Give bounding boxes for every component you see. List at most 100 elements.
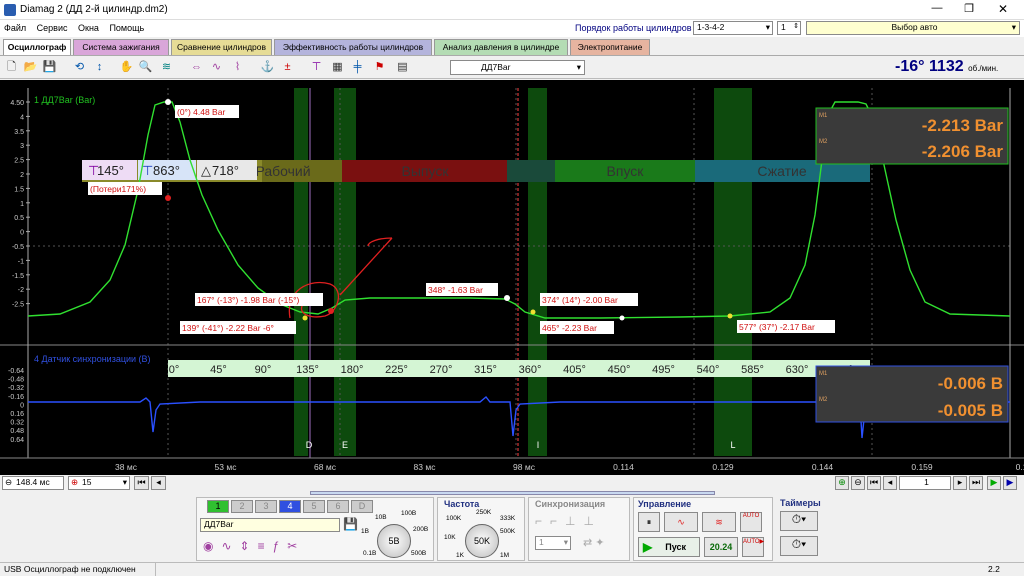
noise-mode-button[interactable]: ≋ bbox=[702, 512, 736, 532]
marker-m1-value: 145° bbox=[97, 163, 124, 178]
grid-icon[interactable]: ▦ bbox=[330, 60, 345, 75]
tab-efficiency[interactable]: Эффективность работы цилиндров bbox=[274, 39, 432, 55]
zoom-out-button[interactable]: ⊖ bbox=[851, 476, 865, 490]
sync-channel-select[interactable]: 1 ▾ bbox=[535, 536, 571, 550]
channel-6-button[interactable]: 6 bbox=[327, 500, 349, 513]
timer-2-button[interactable]: ⏱▾ bbox=[780, 536, 818, 556]
chart1-title: 1 ДД7Bar (Bar) bbox=[34, 95, 95, 105]
run-button[interactable]: ▶ Пуск bbox=[638, 537, 700, 557]
auto-button[interactable]: AUTO bbox=[740, 512, 762, 532]
minimize-button[interactable]: — bbox=[922, 2, 952, 18]
tools-icons[interactable]: ◉∿⇕≡ƒ✂ bbox=[203, 539, 305, 553]
channel-name-field[interactable]: ДД7Bar bbox=[200, 518, 340, 532]
zoom-in-button[interactable]: ⊕ bbox=[835, 476, 849, 490]
timebase-select[interactable]: ⊖ 148.4 мс bbox=[2, 476, 64, 490]
phase-label: Сжатие bbox=[757, 163, 806, 179]
data-point[interactable] bbox=[727, 313, 733, 319]
oscilloscope-canvas[interactable]: 4.50 4 3.5 3 2.5 2 1.5 1 0.5 0 -0.5 -1 -1.5 -2 -2.5 -0… bbox=[0, 80, 1024, 475]
sine-mode-button[interactable]: ∿ bbox=[664, 512, 698, 532]
marker-icon[interactable]: ⊤ bbox=[309, 60, 324, 75]
cyl-order-select[interactable]: 1-3-4-2 ▾ bbox=[693, 21, 773, 35]
scroll-handle[interactable] bbox=[310, 491, 715, 495]
frequency-knob[interactable]: 50K bbox=[465, 524, 499, 558]
freq-label: 10K bbox=[444, 534, 456, 541]
new-file-icon[interactable]: 🗋 bbox=[4, 60, 19, 75]
menu-service[interactable]: Сервис bbox=[33, 20, 72, 33]
play-button[interactable]: ▶ bbox=[987, 476, 1001, 490]
pan-hand-icon[interactable]: ✋ bbox=[119, 60, 134, 75]
y-tick-label: 3.5 bbox=[14, 129, 24, 136]
oscilloscope-area[interactable]: 4.50 4 3.5 3 2.5 2 1.5 1 0.5 0 -0.5 -1 -1.5 -2 -2.5 -0… bbox=[0, 80, 1024, 475]
annotation-label: 139° (-41°) -2.22 Bar -6° bbox=[182, 323, 274, 333]
freq-label: 500K bbox=[500, 528, 516, 535]
data-point[interactable] bbox=[302, 315, 308, 321]
save-config-icon[interactable]: 💾 bbox=[343, 517, 358, 531]
range-label: 0.1В bbox=[363, 550, 377, 557]
count-select[interactable]: ⊕ 15 ▾ bbox=[68, 476, 130, 490]
nav-first-button[interactable]: ⏮ bbox=[867, 476, 881, 490]
tab-pressure-analysis[interactable]: Анализ давления в цилиндре bbox=[434, 39, 568, 55]
nav-prev-button[interactable]: ◂ bbox=[883, 476, 897, 490]
waveform-icon[interactable]: ≋ bbox=[159, 60, 174, 75]
cursor-measure-icon[interactable]: ⟲ bbox=[72, 60, 87, 75]
run-label: Пуск bbox=[665, 542, 686, 552]
angle-value: -16° bbox=[895, 58, 925, 75]
maximize-button[interactable]: ❐ bbox=[954, 2, 984, 18]
y-tick-label: 0.16 bbox=[10, 411, 24, 418]
split-icon[interactable]: ╪ bbox=[350, 60, 365, 75]
tab-label: Система зажигания bbox=[82, 42, 160, 52]
cyl-number-spinner[interactable]: 1 ⇕ bbox=[777, 21, 801, 35]
play-fast-button[interactable]: ▶ bbox=[1003, 476, 1017, 490]
channel-1-button[interactable]: 1 bbox=[207, 500, 229, 513]
anchor-icon[interactable]: ⚓ bbox=[260, 60, 275, 75]
data-point[interactable] bbox=[619, 315, 625, 321]
data-point[interactable] bbox=[165, 195, 171, 201]
data-point[interactable] bbox=[328, 308, 334, 314]
version-button[interactable]: 20.24 bbox=[704, 537, 738, 557]
channel-label: D bbox=[358, 501, 366, 511]
compress-icon[interactable]: ⇔ bbox=[189, 60, 204, 75]
auto-play-button[interactable]: AUTO▶ bbox=[742, 537, 764, 557]
menu-help[interactable]: Помощь bbox=[105, 20, 148, 33]
nav-next-button[interactable]: ▸ bbox=[953, 476, 967, 490]
menu-file[interactable]: Файл bbox=[0, 20, 30, 33]
overlay-icon[interactable]: ∿ bbox=[209, 60, 224, 75]
close-button[interactable]: ✕ bbox=[988, 2, 1018, 18]
menu-windows[interactable]: Окна bbox=[74, 20, 103, 33]
annotation-label: 374° (14°) -2.00 Bar bbox=[542, 295, 618, 305]
channel-select[interactable]: ДД7Bar ▾ bbox=[450, 60, 585, 75]
tab-power[interactable]: Электропитание bbox=[570, 39, 650, 55]
flag-icon[interactable]: ⚑ bbox=[372, 60, 387, 75]
timer-1-button[interactable]: ⏱▾ bbox=[780, 511, 818, 531]
filter-icon[interactable]: ⌇ bbox=[230, 60, 245, 75]
prev-page-button[interactable]: ◂ bbox=[151, 476, 166, 490]
tab-ignition[interactable]: Система зажигания bbox=[73, 39, 169, 55]
zoom-icon[interactable]: 🔍 bbox=[138, 60, 153, 75]
tab-cylinder-compare[interactable]: Сравнение цилиндров bbox=[171, 39, 272, 55]
pause-button[interactable]: ⏸ bbox=[638, 512, 660, 532]
channel-d-button[interactable]: D bbox=[351, 500, 373, 513]
data-point[interactable] bbox=[504, 295, 510, 301]
channel-3-button[interactable]: 3 bbox=[255, 500, 277, 513]
channel-label: 4 bbox=[287, 501, 293, 511]
phase-band-overlap bbox=[507, 160, 555, 182]
save-icon[interactable]: 💾 bbox=[42, 60, 57, 75]
auto-select[interactable]: Выбор авто ▾ bbox=[806, 21, 1020, 35]
channel-4-button[interactable]: 4 bbox=[279, 500, 301, 513]
open-folder-icon[interactable]: 📂 bbox=[23, 60, 38, 75]
first-page-button[interactable]: ⏮ bbox=[134, 476, 149, 490]
range-knob[interactable]: 5В bbox=[377, 524, 411, 558]
channel-name-value: ДД7Bar bbox=[204, 519, 234, 529]
time-tick-label: 68 мс bbox=[314, 462, 337, 472]
channel-2-button[interactable]: 2 bbox=[231, 500, 253, 513]
data-point[interactable] bbox=[530, 309, 536, 315]
page-number[interactable]: 1 bbox=[899, 476, 951, 490]
resize-v-icon[interactable]: ↕ bbox=[92, 60, 107, 75]
nav-last-button[interactable]: ⏭ bbox=[969, 476, 983, 490]
degree-tick-label: 450° bbox=[608, 364, 631, 376]
data-point[interactable] bbox=[165, 99, 171, 105]
tab-oscilloscope[interactable]: Осциллограф bbox=[3, 39, 71, 55]
document-icon[interactable]: ▤ bbox=[395, 60, 410, 75]
zero-icon[interactable]: ± bbox=[280, 60, 295, 75]
channel-5-button[interactable]: 5 bbox=[303, 500, 325, 513]
